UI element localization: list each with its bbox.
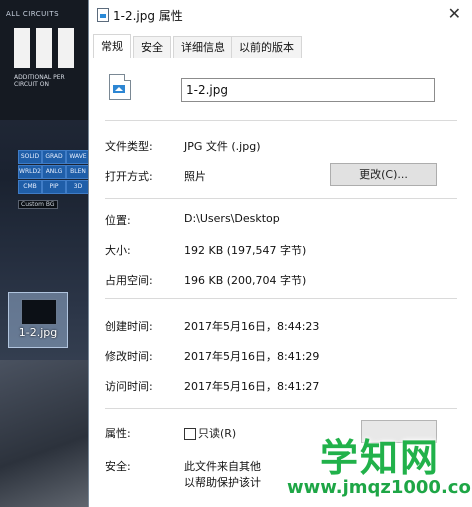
divider (105, 120, 457, 121)
wallpaper-tile-grid: SOLID GRAD WAVE WRLD2 ANLG BLEN CMB PIP … (18, 150, 90, 210)
image-file-icon (97, 8, 109, 22)
image-file-icon (109, 74, 131, 100)
wallpaper-tile: GRAD (42, 150, 66, 164)
image-thumbnail-icon (21, 299, 57, 325)
hero-block (58, 28, 74, 68)
close-icon[interactable]: ✕ (448, 4, 461, 23)
accessed-value: 2017年5月16日，8:41:27 (184, 380, 320, 393)
tab-bar: 常规 安全 详细信息 以前的版本 (89, 34, 472, 59)
tab-details[interactable]: 详细信息 (173, 36, 233, 58)
divider (105, 298, 457, 299)
tab-general[interactable]: 常规 (93, 34, 131, 59)
wallpaper-tile: ANLG (42, 165, 66, 179)
wallpaper-tile: WRLD2 (18, 165, 42, 179)
picture-glyph (113, 85, 125, 93)
created-value: 2017年5月16日，8:44:23 (184, 320, 320, 333)
size-value: 192 KB (197,547 字节) (184, 244, 307, 257)
tab-security[interactable]: 安全 (133, 36, 171, 58)
security-text-line-2: 以帮助保护该计 (184, 476, 261, 489)
accessed-label: 访问时间: (105, 380, 153, 393)
open-with-label: 打开方式: (105, 170, 153, 183)
dialog-title: 1-2.jpg 属性 (113, 9, 183, 23)
location-value: D:\Users\Desktop (184, 212, 280, 225)
watermark-title: 学知网 (319, 436, 440, 480)
readonly-checkbox-label[interactable]: 只读(R) (198, 425, 236, 441)
site-watermark: 学知网 www.jmqz1000.com (287, 427, 472, 507)
divider (105, 198, 457, 199)
created-label: 创建时间: (105, 320, 153, 333)
file-type-value: JPG 文件 (.jpg) (184, 140, 261, 153)
divider (105, 408, 457, 409)
hero-block (14, 28, 30, 68)
modified-value: 2017年5月16日，8:41:29 (184, 350, 320, 363)
filename-input[interactable]: 1-2.jpg (181, 78, 435, 102)
attributes-label: 属性: (105, 427, 131, 440)
hero-block (36, 28, 52, 68)
wallpaper-tile: 3D (66, 180, 90, 194)
wallpaper-bottom-photo (0, 360, 90, 507)
location-label: 位置: (105, 214, 131, 227)
wallpaper-tile: CMB (18, 180, 42, 194)
security-text-line-1: 此文件来自其他 (184, 460, 261, 473)
readonly-checkbox[interactable] (184, 428, 196, 440)
disk-size-value: 196 KB (200,704 字节) (184, 274, 307, 287)
watermark-url: www.jmqz1000.com (287, 477, 472, 498)
wallpaper-tile: BLEN (66, 165, 90, 179)
file-type-label: 文件类型: (105, 140, 153, 153)
title-bar[interactable]: 1-2.jpg 属性 ✕ (89, 0, 472, 30)
desktop-file-label: 1-2.jpg (18, 326, 58, 339)
change-button[interactable]: 更改(C)... (330, 163, 437, 186)
properties-dialog: 1-2.jpg 属性 ✕ 常规 安全 详细信息 以前的版本 1-2.jpg 文件… (88, 0, 472, 507)
security-label: 安全: (105, 460, 131, 473)
modified-label: 修改时间: (105, 350, 153, 363)
wallpaper-tile: PIP (42, 180, 66, 194)
wallpaper-tile: SOLID (18, 150, 42, 164)
hero-top-text: ALL CIRCUITS (6, 10, 60, 18)
wallpaper-grid-label: Custom BG (18, 200, 58, 209)
desktop-wallpaper-hero: ALL CIRCUITS ADDITIONAL PER CIRCUIT ON (0, 0, 90, 120)
desktop-background: ALL CIRCUITS ADDITIONAL PER CIRCUIT ON S… (0, 0, 90, 507)
hero-caption: ADDITIONAL PER CIRCUIT ON (14, 74, 65, 88)
wallpaper-tile: WAVE (66, 150, 90, 164)
size-label: 大小: (105, 244, 131, 257)
disk-size-label: 占用空间: (105, 274, 153, 287)
desktop-file-icon[interactable]: 1-2.jpg (8, 292, 68, 348)
tab-previous-versions[interactable]: 以前的版本 (231, 36, 302, 58)
open-with-value: 照片 (184, 170, 206, 183)
